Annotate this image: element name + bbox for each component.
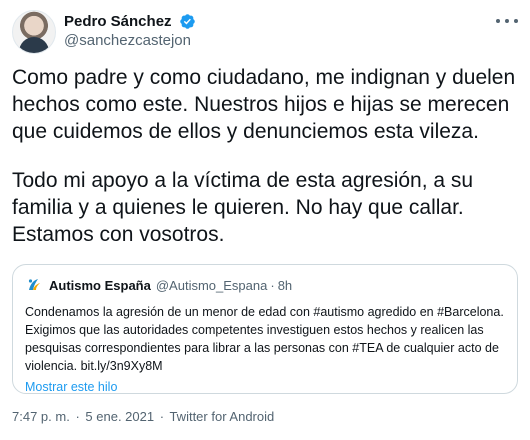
quoted-time-ago[interactable]: 8h	[278, 278, 292, 293]
author-handle[interactable]: @sanchezcastejon	[64, 31, 196, 51]
tweet-source[interactable]: Twitter for Android	[169, 409, 274, 424]
author-avatar[interactable]	[12, 10, 56, 54]
footer-separator: ·	[75, 409, 80, 424]
more-options-icon[interactable]	[496, 16, 518, 26]
tweet-body: Como padre y como ciudadano, me indignan…	[12, 64, 518, 248]
tweet-card: Pedro Sánchez @sanchezcastejon Como padr…	[0, 0, 530, 440]
footer-separator: ·	[159, 409, 165, 424]
more-dot	[514, 19, 518, 23]
verified-badge-icon	[180, 14, 195, 29]
author-display-name[interactable]: Pedro Sánchez	[64, 12, 172, 31]
tweet-paragraph: Como padre y como ciudadano, me indignan…	[12, 66, 516, 143]
more-dot	[496, 19, 500, 23]
quoted-tweet-header: Autismo España @Autismo_Espana · 8h	[25, 275, 505, 295]
tweet-date[interactable]: 5 ene. 2021	[85, 409, 154, 424]
tweet-paragraph: Todo mi apoyo a la víctima de esta agres…	[12, 169, 474, 246]
tweet-header: Pedro Sánchez @sanchezcastejon	[12, 10, 518, 56]
quoted-meta-separator: ·	[270, 277, 275, 293]
quoted-author-name[interactable]: Autismo España	[49, 278, 151, 293]
quoted-tweet-text: Condenamos la agresión de un menor de ed…	[25, 305, 504, 373]
tweet-time[interactable]: 7:47 p. m.	[12, 409, 70, 424]
more-dot	[505, 19, 509, 23]
autismo-espana-logo-icon	[25, 276, 43, 294]
avatar-figure	[19, 37, 49, 53]
quoted-author-handle[interactable]: @Autismo_Espana	[156, 278, 267, 293]
show-thread-link[interactable]: Mostrar este hilo	[25, 378, 505, 396]
author-name-block: Pedro Sánchez @sanchezcastejon	[64, 12, 196, 51]
tweet-footer: 7:47 p. m. · 5 ene. 2021 · Twitter for A…	[12, 408, 274, 426]
quoted-tweet[interactable]: Autismo España @Autismo_Espana · 8h Cond…	[12, 264, 518, 394]
